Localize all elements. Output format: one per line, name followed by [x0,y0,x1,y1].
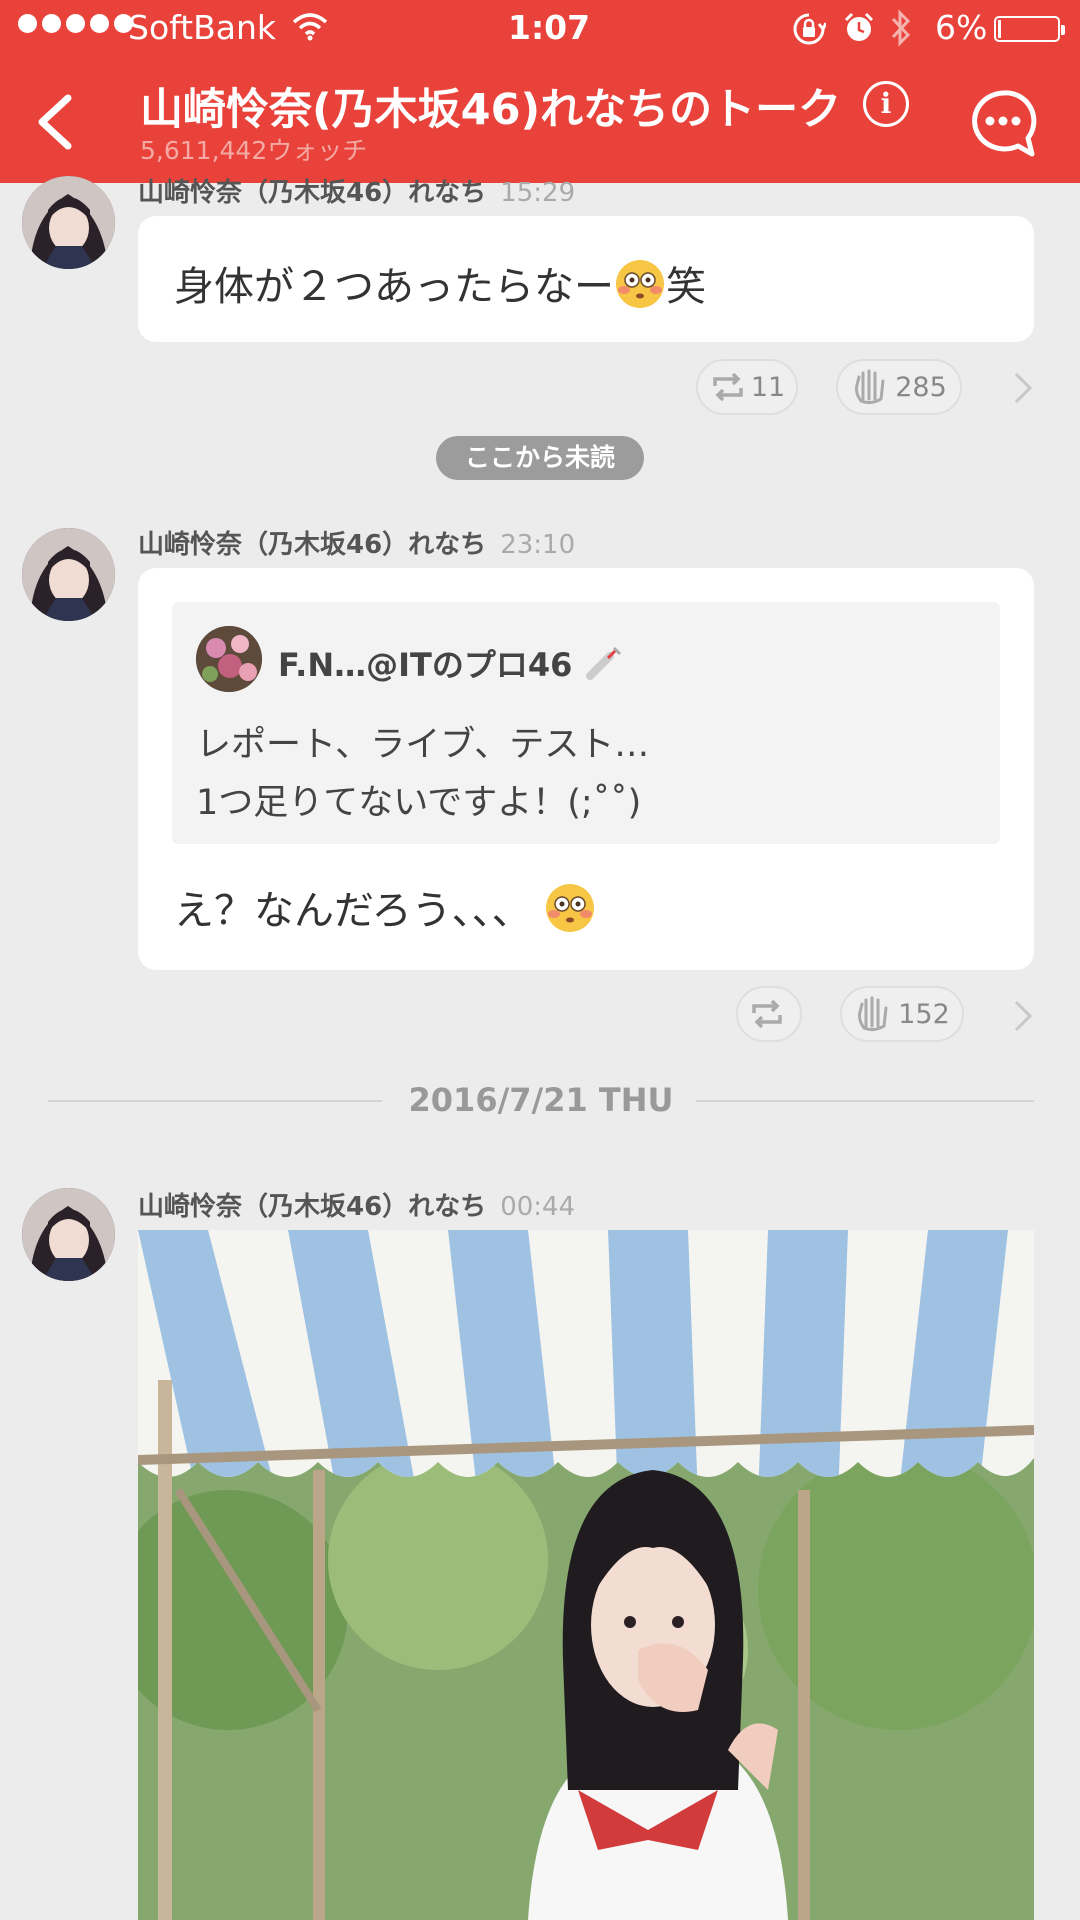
message-meta: 山崎怜奈（乃木坂46）れなち 23:10 [138,524,575,561]
clap-hand-icon [858,996,888,1032]
status-bar: SoftBank 1:07 6% [0,0,1080,58]
message-time: 15:29 [500,178,576,208]
message-time: 00:44 [500,1192,576,1222]
alarm-icon [844,12,874,41]
flushed-face-emoji [616,260,664,308]
wifi-icon [292,13,328,41]
retweet-count: 11 [750,371,786,403]
message-time: 23:10 [500,530,576,560]
syringe-icon [585,646,621,680]
quoted-text-line: 1つ足りてないですよ！(;˚˚) [196,783,642,823]
flushed-face-emoji [545,884,594,932]
top-bar: SoftBank 1:07 6% 山崎怜奈(乃木坂46)れなちのトーク 5,61… [0,0,1080,183]
battery-icon [994,16,1065,42]
message-meta: 山崎怜奈（乃木坂46）れなち 00:44 [138,1186,575,1223]
message-bubble[interactable]: F.N…@ITのプロ46 レポート、ライブ、テスト… 1つ足りてないですよ！(;… [138,568,1034,970]
quoted-avatar [196,626,262,692]
quoted-message[interactable]: F.N…@ITのプロ46 レポート、ライブ、テスト… 1つ足りてないですよ！(;… [172,602,1000,844]
message-meta: 山崎怜奈（乃木坂46）れなち 15:29 [138,172,575,209]
author-name: 山崎怜奈（乃木坂46）れなち [138,530,487,560]
chevron-right-icon[interactable] [1012,998,1034,1034]
author-name: 山崎怜奈（乃木坂46）れなち [138,178,487,208]
back-arrow-icon[interactable] [22,86,92,158]
unread-marker: ここから未読 [436,436,644,480]
retweet-icon [713,372,743,402]
avatar[interactable] [22,176,115,269]
clock: 1:07 [508,8,591,47]
battery-percentage: 6% [935,8,988,47]
retweet-button[interactable]: 11 [696,359,798,415]
author-name: 山崎怜奈（乃木坂46）れなち [138,1192,487,1222]
page-title: 山崎怜奈(乃木坂46)れなちのトーク [140,85,842,135]
avatar[interactable] [22,1188,115,1281]
date-label: 2016/7/21 THU [408,1081,674,1119]
carrier-name: SoftBank [128,8,277,47]
quoted-text-line: レポート、ライブ、テスト… [196,725,650,765]
retweet-icon [752,999,782,1029]
retweet-button[interactable] [736,986,802,1042]
clap-count: 152 [898,998,950,1030]
bluetooth-icon [891,9,911,47]
signal-dots-icon [18,14,133,33]
avatar[interactable] [22,528,115,621]
date-separator: 2016/7/21 THU [48,1080,1034,1120]
clap-hand-icon [855,369,885,405]
clap-count: 285 [895,371,947,403]
chevron-right-icon[interactable] [1012,370,1034,406]
clap-button[interactable]: 285 [836,359,962,415]
message-bubble[interactable]: 身体が２つあったらなー 笑 [138,216,1034,342]
watch-count: 5,611,442ウォッチ [140,136,368,165]
message-photo[interactable] [138,1230,1034,1920]
message-text: 身体が２つあったらなー 笑 [174,254,706,312]
message-text: え？なんだろう、、、 [174,878,596,936]
clap-button[interactable]: 152 [840,986,964,1042]
rotation-lock-icon [793,13,826,45]
info-icon[interactable]: i [863,81,909,127]
battery-fill [998,20,1001,38]
chat-bubble-icon[interactable] [968,88,1038,158]
quoted-user-name: F.N…@ITのプロ46 [278,640,624,686]
